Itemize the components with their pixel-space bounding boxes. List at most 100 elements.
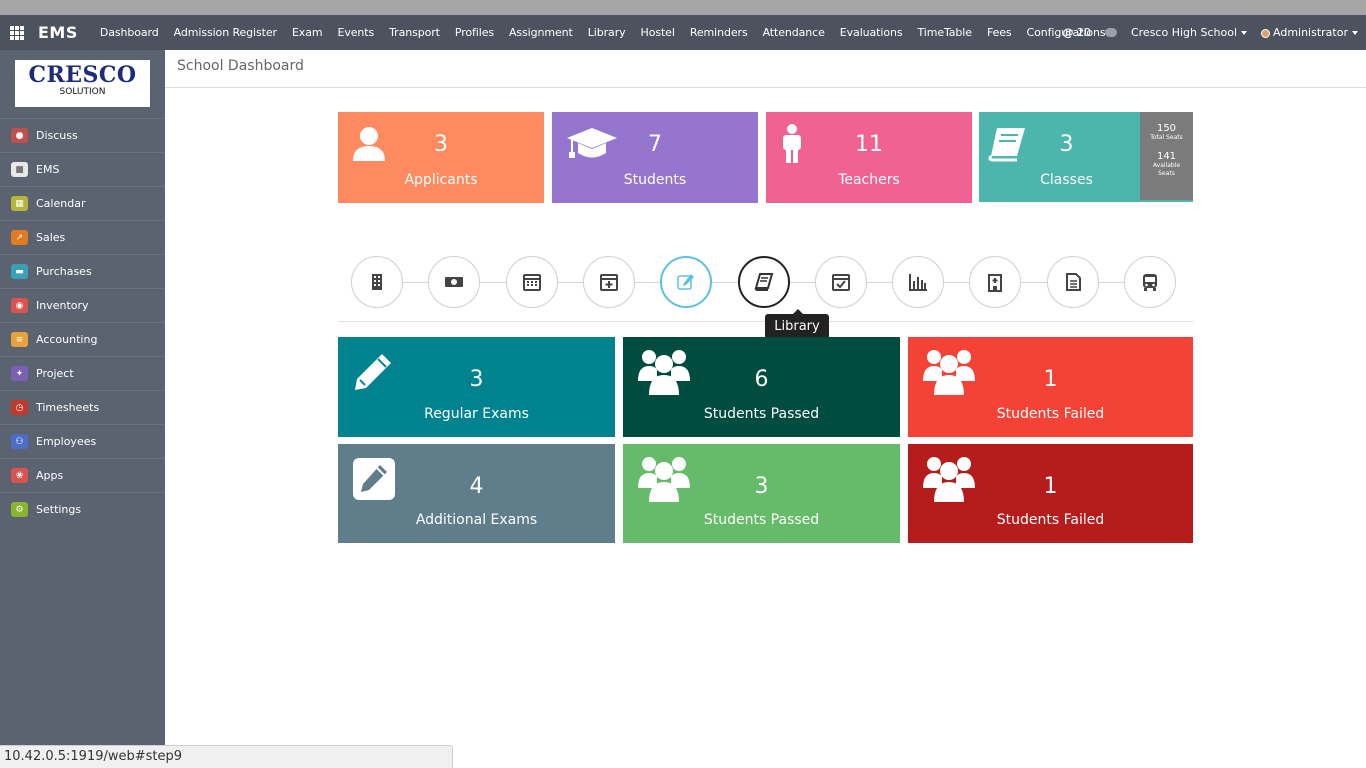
main-menu: Dashboard Admission Register Exam Events…: [100, 26, 1121, 39]
top-navbar: EMS Dashboard Admission Register Exam Ev…: [0, 15, 1366, 50]
ems-icon: ■: [11, 162, 28, 177]
nav-library-book-button[interactable]: [737, 256, 790, 308]
sidebar-item-timesheets[interactable]: ◷ Timesheets: [0, 390, 165, 424]
additional-exams-tile[interactable]: 4 Additional Exams: [338, 444, 615, 543]
library-tooltip: Library: [765, 309, 829, 339]
sidebar-item-calendar[interactable]: ▦ Calendar: [0, 186, 165, 220]
bus-icon: [1143, 274, 1157, 291]
calendar-plus-icon: [599, 274, 618, 291]
menu-library[interactable]: Library: [588, 26, 626, 39]
menu-events[interactable]: Events: [337, 26, 374, 39]
nav-building-button[interactable]: [351, 256, 403, 308]
discuss-icon: ●: [11, 128, 28, 143]
nav-bus-button[interactable]: [1124, 256, 1176, 308]
teachers-tile[interactable]: 11 Teachers: [766, 112, 972, 203]
building-icon: [372, 274, 382, 290]
project-icon: ✦: [11, 366, 28, 381]
menu-dashboard[interactable]: Dashboard: [100, 26, 159, 39]
classes-label: Classes: [1040, 172, 1093, 188]
nav-bar-chart-button[interactable]: [892, 256, 945, 308]
chevron-down-icon: [1241, 31, 1247, 35]
company-switcher[interactable]: Cresco High School: [1131, 26, 1247, 39]
sidebar-item-employees[interactable]: ⚇ Employees: [0, 424, 165, 458]
avatar: [1261, 28, 1270, 38]
menu-exam[interactable]: Exam: [292, 26, 323, 39]
inventory-icon: ◉: [11, 298, 28, 313]
sidebar-item-purchases[interactable]: ▬ Purchases: [0, 254, 165, 288]
students-label: Students: [623, 172, 687, 188]
additional-students-failed-tile[interactable]: 1 Students Failed: [908, 444, 1193, 543]
nav-calendar-check-button[interactable]: [814, 256, 867, 308]
breadcrumb: School Dashboard: [177, 58, 304, 74]
apps-grid-icon[interactable]: [10, 25, 24, 40]
sidebar-item-sales[interactable]: ↗ Sales: [0, 220, 165, 254]
total-seats-label: Total Seats: [1150, 134, 1183, 141]
settings-icon: ⚙: [11, 502, 28, 517]
logo-text: CRESCO: [28, 62, 137, 88]
sidebar-item-ems[interactable]: ■ EMS: [0, 152, 165, 186]
students-failed-tile[interactable]: 1 Students Failed: [908, 337, 1193, 437]
menu-fees[interactable]: Fees: [987, 26, 1012, 39]
sidebar-item-label: Calendar: [36, 197, 86, 210]
menu-hostel[interactable]: Hostel: [641, 26, 675, 39]
at-sign-icon: @: [1062, 26, 1074, 39]
total-seats-value: 150: [1156, 123, 1177, 134]
menu-evaluations[interactable]: Evaluations: [840, 26, 903, 39]
menu-admission-register[interactable]: Admission Register: [174, 26, 277, 39]
additional-students-passed-label: Students Passed: [703, 512, 820, 528]
menu-profiles[interactable]: Profiles: [455, 26, 494, 39]
sidebar-item-project[interactable]: ✦ Project: [0, 356, 165, 390]
user-name: Administrator: [1273, 26, 1348, 39]
teachers-count: 11: [855, 132, 883, 157]
additional-students-passed-count: 3: [754, 474, 769, 499]
employees-icon: ⚇: [11, 434, 28, 449]
nav-calendar-grid-button[interactable]: [505, 256, 558, 308]
content-header: School Dashboard: [165, 50, 1366, 88]
sidebar-item-discuss[interactable]: ● Discuss: [0, 118, 165, 152]
regular-exams-label: Regular Exams: [424, 406, 529, 422]
applicants-tile[interactable]: 3 Applicants: [338, 112, 544, 203]
sidebar-menu: ● Discuss ■ EMS ▦ Calendar ↗ Sales ▬ Purchases ◉ In…: [0, 118, 165, 526]
edit-icon: [677, 274, 695, 290]
classes-tile[interactable]: 3 Classes 150 Total Seats 141 Available …: [979, 112, 1193, 202]
menu-transport[interactable]: Transport: [389, 26, 440, 39]
nav-money-button[interactable]: [428, 256, 481, 308]
regular-exams-tile[interactable]: 3 Regular Exams: [338, 337, 615, 437]
menu-attendance[interactable]: Attendance: [763, 26, 825, 39]
additional-students-passed-tile[interactable]: 3 Students Passed: [623, 444, 900, 543]
students-failed-label: Students Failed: [996, 406, 1105, 422]
sidebar: CRESCO SOLUTION ● Discuss ■ EMS ▦ Calendar ↗ Sa…: [0, 50, 165, 768]
students-tile[interactable]: 7 Students: [552, 112, 758, 203]
chat-icon[interactable]: [1104, 28, 1117, 37]
students-count: 7: [648, 132, 662, 157]
sidebar-item-label: Timesheets: [36, 401, 100, 414]
browser-chrome: [0, 0, 1366, 15]
hospital-icon: [988, 274, 1003, 292]
nav-calendar-plus-button[interactable]: [582, 256, 635, 308]
students-failed-count: 1: [1043, 367, 1058, 392]
menu-reminders[interactable]: Reminders: [690, 26, 748, 39]
sales-icon: ↗: [11, 230, 28, 245]
sidebar-item-accounting[interactable]: ≡ Accounting: [0, 322, 165, 356]
menu-assignment[interactable]: Assignment: [509, 26, 573, 39]
purchases-icon: ▬: [11, 264, 28, 279]
bar-chart-icon: [909, 274, 928, 291]
library-book-icon: [754, 273, 773, 291]
menu-timetable[interactable]: TimeTable: [917, 26, 972, 39]
students-passed-label: Students Passed: [703, 406, 820, 422]
sidebar-item-label: Discuss: [36, 129, 78, 142]
user-menu[interactable]: Administrator: [1261, 26, 1358, 39]
nav-edit-button[interactable]: [660, 256, 713, 308]
nav-document-button[interactable]: [1046, 256, 1099, 308]
notifications-button[interactable]: @ 20: [1062, 26, 1091, 39]
sidebar-item-apps[interactable]: ❀ Apps: [0, 458, 165, 492]
sidebar-item-label: Employees: [36, 435, 97, 448]
nav-hospital-button[interactable]: [969, 256, 1022, 308]
sidebar-item-settings[interactable]: ⚙ Settings: [0, 492, 165, 526]
students-passed-tile[interactable]: 6 Students Passed: [623, 337, 900, 437]
sidebar-item-label: Accounting: [36, 333, 98, 346]
available-seats-value: 141: [1156, 151, 1177, 162]
sidebar-item-inventory[interactable]: ◉ Inventory: [0, 288, 165, 322]
applicants-label: Applicants: [404, 172, 478, 188]
app-brand[interactable]: EMS: [38, 23, 78, 42]
